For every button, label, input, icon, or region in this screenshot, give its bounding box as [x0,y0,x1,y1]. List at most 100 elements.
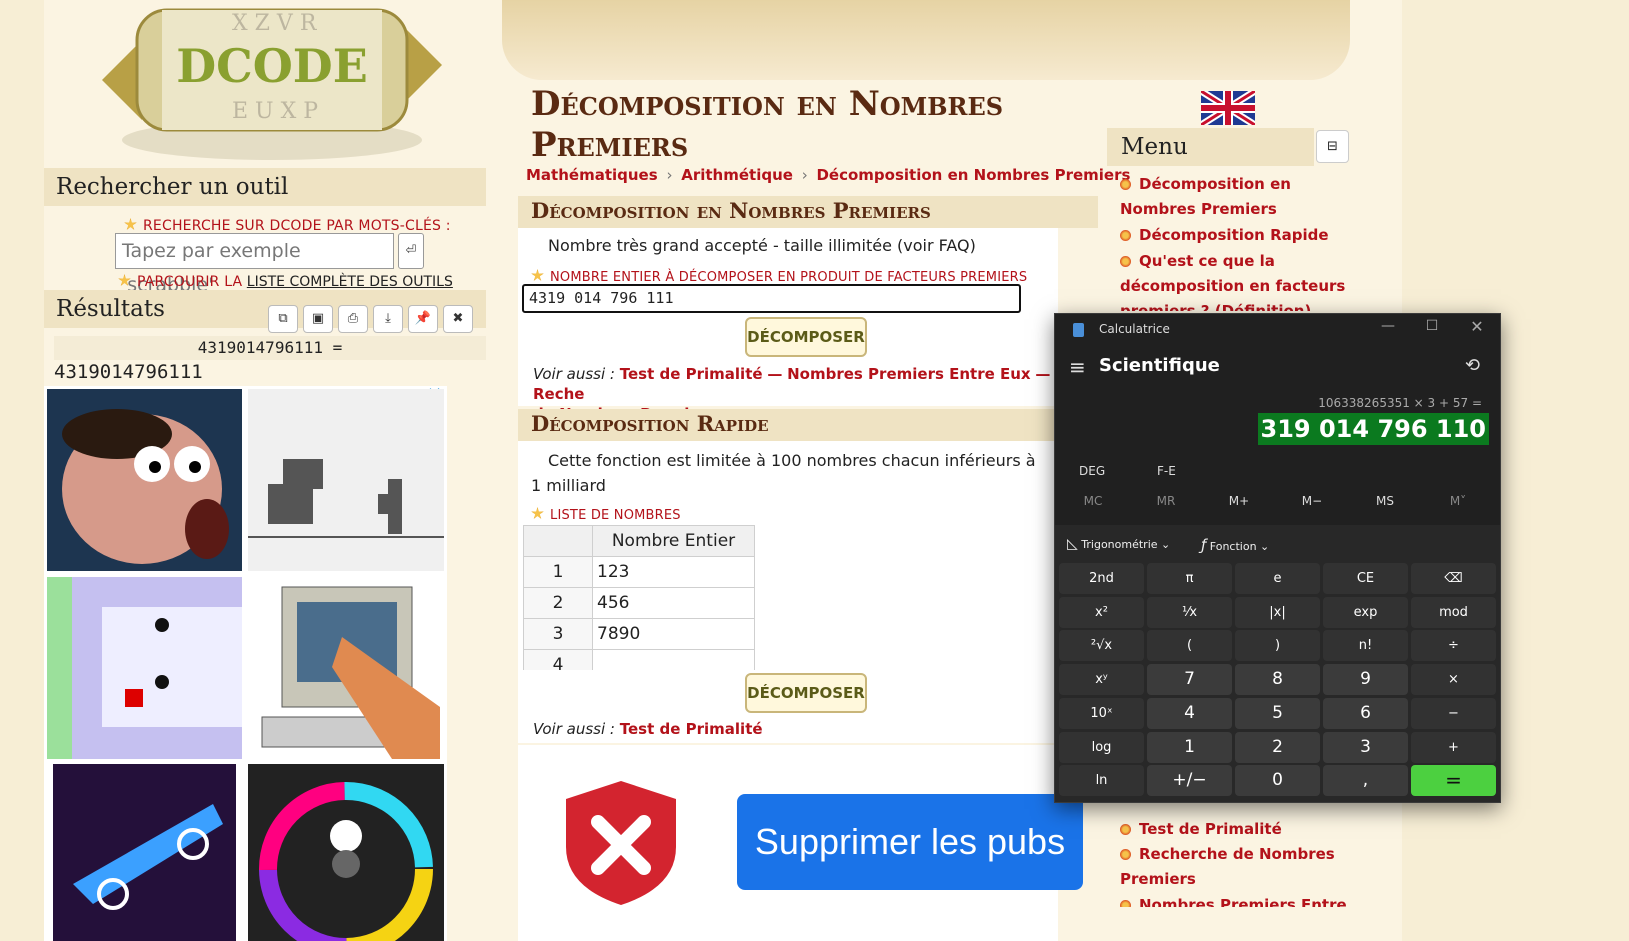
link-coprime[interactable]: Nombres Premiers Entre Eux [787,365,1031,383]
angle-unit-button[interactable]: DEG [1079,464,1105,478]
digit-2-key[interactable]: 2 [1235,731,1320,763]
pi-key[interactable]: π [1147,563,1232,594]
copy-icon[interactable]: ⧉ [268,305,298,333]
memory-store[interactable]: MS [1350,494,1420,508]
abs-key[interactable]: |x| [1235,596,1320,628]
history-icon[interactable]: ⟲ [1465,355,1480,376]
digit-5-key[interactable]: 5 [1235,697,1320,729]
ten-power-key[interactable]: 10ˣ [1059,697,1144,729]
breadcrumb-current[interactable]: Décomposition en Nombres Premiers [816,166,1130,184]
square-key[interactable]: x² [1059,596,1144,628]
digit-9-key[interactable]: 9 [1323,664,1408,696]
multiply-key[interactable]: × [1411,664,1496,696]
memory-add[interactable]: M+ [1204,494,1274,508]
uk-flag-icon[interactable] [1199,88,1257,128]
subtract-key[interactable]: − [1411,697,1496,729]
game-thumbnail-dino[interactable] [248,389,444,571]
calculator-window[interactable]: Calculatrice — ☐ ✕ ≡ Scientifique ⟲ 1063… [1054,313,1501,803]
clipboard-icon[interactable]: ▣ [303,305,333,333]
digit-4-key[interactable]: 4 [1147,697,1232,729]
menu-item-quick[interactable]: Décomposition Rapide [1120,223,1350,248]
negate-key[interactable]: +/− [1147,765,1232,797]
decompose-button[interactable]: DÉCOMPOSER [745,317,867,357]
remove-ads-banner[interactable]: Supprimer les pubs [518,745,1083,941]
table-row[interactable]: 3 7890 [523,618,755,650]
table-row[interactable]: 2 456 [523,587,755,619]
digit-0-key[interactable]: 0 [1235,765,1320,797]
decimal-key[interactable]: , [1323,765,1408,797]
e-key[interactable]: e [1235,563,1320,594]
digit-3-key[interactable]: 3 [1323,731,1408,763]
menu-collapse-button[interactable]: ⊟ [1316,130,1349,163]
log-key[interactable]: log [1059,731,1144,763]
bullet-icon [1120,179,1131,190]
game-thumbnail-maze[interactable] [47,577,242,759]
link-primality-test-2[interactable]: Test de Primalité [620,720,763,738]
input-label: NOMBRE ENTIER À DÉCOMPOSER EN PRODUIT DE… [531,266,1027,285]
link-prime-search[interactable]: Reche [533,385,584,403]
reciprocal-key[interactable]: ¹⁄x [1147,596,1232,628]
ln-key[interactable]: ln [1059,765,1144,797]
menu-item-definition[interactable]: Qu'est ce que la décomposition en facteu… [1120,249,1350,311]
remove-ads-button[interactable]: Supprimer les pubs [737,794,1083,890]
equals-key[interactable]: = [1411,765,1496,797]
section1-header: Décomposition en Nombres Premiers [518,196,1098,228]
divide-key[interactable]: ÷ [1411,630,1496,662]
close-button[interactable]: ✕ [1462,317,1492,336]
menu-item-decomposition[interactable]: Décomposition en Nombres Premiers [1120,172,1350,222]
calculator-title: Calculatrice [1099,322,1170,336]
game-thumbnail-color-wheel[interactable] [248,764,444,941]
close-icon[interactable]: ✖ [443,305,473,333]
browse-tools-link[interactable]: LISTE COMPLÈTE DES OUTILS [247,274,453,290]
menu-item-coprime[interactable]: Nombres Premiers Entre Eux [1120,893,1350,907]
digit-1-key[interactable]: 1 [1147,731,1232,763]
add-key[interactable]: + [1411,731,1496,763]
exp-key[interactable]: exp [1323,596,1408,628]
dcode-logo[interactable]: DCODE X Z V R E U X P [92,0,452,165]
maximize-button[interactable]: ☐ [1417,318,1447,334]
open-paren-key[interactable]: ( [1147,630,1232,662]
function-dropdown[interactable]: ƒ Fonction ⌄ [1201,536,1269,554]
game-thumbnail-computer[interactable] [252,577,440,759]
backspace-key[interactable]: ⌫ [1411,563,1496,594]
minimize-button[interactable]: — [1373,318,1403,334]
search-submit-button[interactable]: ⏎ [398,233,424,269]
print-icon[interactable]: ⎙ [338,305,368,333]
download-icon[interactable]: ⤓ [373,305,403,333]
section1-title: Décomposition en Nombres Premiers [531,198,931,223]
power-key[interactable]: xʸ [1059,664,1144,696]
mod-key[interactable]: mod [1411,596,1496,628]
trigonometry-dropdown[interactable]: ◺ Trigonométrie ⌄ [1067,536,1170,552]
table-row[interactable]: 1 123 [523,556,755,588]
link-primality-test[interactable]: Test de Primalité [620,365,763,383]
menu-item-prime-search[interactable]: Recherche de Nombres Premiers [1120,842,1350,892]
memory-recall[interactable]: MR [1131,494,1201,508]
game-thumbnail-face[interactable] [47,389,242,571]
digit-8-key[interactable]: 8 [1235,664,1320,696]
parchment-top [502,0,1350,80]
second-key[interactable]: 2nd [1059,563,1144,594]
memory-list[interactable]: M˅ [1423,494,1493,508]
number-list-table[interactable]: Nombre Entier 1 123 2 456 3 7890 4 [523,525,756,670]
number-input[interactable]: 4319 014 796 111 [522,284,1021,313]
digit-7-key[interactable]: 7 [1147,664,1232,696]
decompose-button-2[interactable]: DÉCOMPOSER [745,673,867,713]
close-paren-key[interactable]: ) [1235,630,1320,662]
search-input[interactable]: Tapez par exemple 'scrabble' [115,233,394,296]
sqrt-key[interactable]: ²√x [1059,630,1144,662]
digit-6-key[interactable]: 6 [1323,697,1408,729]
fe-button[interactable]: F-E [1157,464,1176,478]
table-row[interactable]: 4 [523,649,755,670]
memory-clear[interactable]: MC [1058,494,1128,508]
pin-icon[interactable]: 📌 [408,305,438,333]
breadcrumb-math[interactable]: Mathématiques [526,166,658,184]
hamburger-menu-icon[interactable]: ≡ [1069,355,1086,379]
factorial-key[interactable]: n! [1323,630,1408,662]
breadcrumb-arith[interactable]: Arithmétique [681,166,793,184]
calculator-app-icon [1073,323,1084,337]
shield-x-icon [566,781,676,905]
clear-entry-key[interactable]: CE [1323,563,1408,594]
memory-subtract[interactable]: M− [1277,494,1347,508]
menu-item-primality[interactable]: Test de Primalité [1120,817,1350,842]
game-thumbnail-racer[interactable] [53,764,236,941]
